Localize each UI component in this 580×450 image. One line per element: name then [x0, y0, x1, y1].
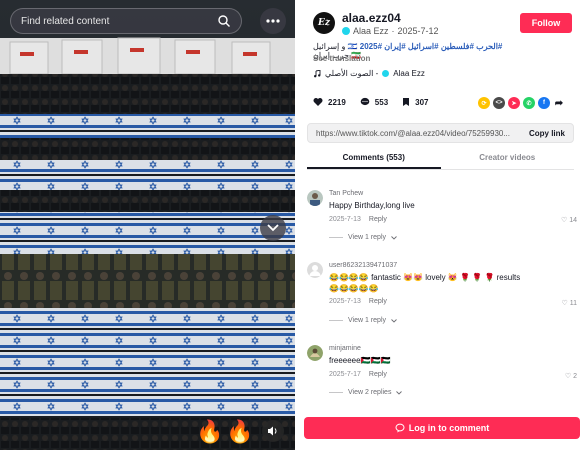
embed-icon[interactable]: <> [493, 97, 505, 109]
view-replies-label: View 1 reply [348, 234, 387, 241]
view-replies-button[interactable]: View 1 reply [329, 234, 397, 241]
comment-date: 2025-7-13 [329, 216, 361, 223]
comment-text: Happy Birthday,long live [329, 201, 415, 210]
chevron-down-icon [396, 390, 403, 395]
chevron-down-icon [267, 224, 279, 232]
comment-button[interactable]: 553 [360, 97, 388, 107]
view-replies-label: View 2 replies [348, 389, 392, 396]
more-options-button[interactable] [260, 8, 286, 34]
heart-icon [313, 98, 323, 106]
see-translation-link[interactable]: See translation [313, 54, 370, 63]
commenter-avatar[interactable] [307, 190, 323, 206]
comment-item: Tan Pchew Happy Birthday,long live 2025-… [305, 190, 577, 248]
comment-text: 😂😂😂😂 fantastic 😻😻 lovely 😻 🌹 🌹 🌹 results [329, 273, 521, 282]
volume-icon [268, 426, 277, 436]
author-meta: Alaa Ezz · 2025-7-12 [342, 26, 439, 36]
video-link-url[interactable]: https://www.tiktok.com/@alaa.ezz04/video… [316, 129, 523, 138]
video-player[interactable]: 🔥 🔥 [0, 0, 295, 450]
music-info[interactable]: الصوت الأصلي - Alaa Ezz [313, 69, 425, 78]
comment-username[interactable]: Tan Pchew [329, 190, 363, 197]
comment-like-button[interactable]: ♡ 11 [561, 299, 577, 307]
facebook-icon[interactable]: f [538, 97, 550, 109]
video-frame [0, 0, 295, 450]
bookmark-icon [403, 98, 410, 106]
view-replies-button[interactable]: View 1 reply [329, 317, 397, 324]
panel-tabs: Comments (553) Creator videos [307, 150, 574, 170]
tab-creator-videos[interactable]: Creator videos [441, 150, 575, 169]
author-avatar[interactable]: Ez [313, 12, 335, 34]
comment-date: 2025-7-17 [329, 371, 361, 378]
comment-text-line2: 😂😂😂😂😂 [329, 284, 379, 293]
volume-button[interactable] [262, 420, 284, 442]
login-to-comment-button[interactable]: Log in to comment [304, 417, 580, 439]
share-arrow-icon[interactable]: ➦ [553, 97, 565, 109]
comment-icon [360, 97, 370, 106]
comment-date: 2025-7-13 [329, 298, 361, 305]
reply-button[interactable]: Reply [369, 298, 387, 305]
login-label: Log in to comment [408, 423, 490, 433]
fire-emoji: 🔥 [196, 419, 224, 444]
comment-username[interactable]: minjamine [329, 345, 361, 352]
author-display-name[interactable]: Alaa Ezz [353, 26, 389, 36]
music-author[interactable]: Alaa Ezz [393, 69, 425, 78]
chevron-down-icon [391, 235, 397, 240]
repost-icon[interactable]: ⟳ [478, 97, 490, 109]
search-icon[interactable] [217, 14, 231, 28]
ellipsis-icon [266, 19, 280, 23]
share-options: ⟳ <> ➤ ✆ f ➦ [478, 97, 565, 109]
follow-button[interactable]: Follow [520, 13, 572, 33]
search-input[interactable] [21, 15, 217, 27]
comment-item: minjamine freeeeee🇵🇸🇵🇸🇵🇸 2025-7-17 Reply … [305, 345, 577, 403]
verified-icon [382, 70, 390, 77]
view-replies-button[interactable]: View 2 replies [329, 389, 403, 396]
reply-button[interactable]: Reply [369, 216, 387, 223]
verified-icon [342, 27, 350, 35]
whatsapp-icon[interactable]: ✆ [523, 97, 535, 109]
view-replies-label: View 1 reply [348, 317, 387, 324]
comment-meta: 2025-7-13 Reply [329, 216, 387, 223]
comment-like-count: 14 [569, 217, 577, 224]
commenter-avatar[interactable] [307, 262, 323, 278]
comment-username[interactable]: user86232139471037 [329, 262, 397, 269]
comment-item: user86232139471037 😂😂😂😂 fantastic 😻😻 lov… [305, 262, 577, 330]
author-username[interactable]: alaa.ezz04 [342, 11, 401, 25]
like-count: 2219 [328, 97, 346, 107]
like-button[interactable]: 2219 [313, 97, 346, 107]
next-video-button[interactable] [260, 215, 286, 241]
tab-comments[interactable]: Comments (553) [307, 150, 441, 169]
comment-text: freeeeee🇵🇸🇵🇸🇵🇸 [329, 356, 391, 365]
comment-like-count: 11 [569, 300, 577, 307]
music-note-icon [314, 69, 321, 77]
save-count: 307 [415, 97, 429, 107]
comment-meta: 2025-7-17 Reply [329, 371, 387, 378]
comment-meta: 2025-7-13 Reply [329, 298, 387, 305]
caption-hashtags[interactable]: #الحرب #فلسطين #اسرائيل #إيران #2025 [360, 42, 503, 51]
comment-like-button[interactable]: ♡ 2 [565, 372, 577, 380]
comment-like-count: 2 [573, 373, 577, 380]
comment-like-button[interactable]: ♡ 14 [561, 216, 577, 224]
search-bar[interactable] [10, 8, 242, 34]
comment-count: 553 [374, 97, 389, 107]
reply-button[interactable]: Reply [369, 371, 387, 378]
music-title[interactable]: الصوت الأصلي - [325, 69, 378, 78]
chevron-down-icon [391, 318, 397, 323]
fire-emoji: 🔥 [226, 419, 254, 444]
engagement-stats: 2219 553 307 [313, 97, 443, 107]
send-to-friends-icon[interactable]: ➤ [508, 97, 520, 109]
video-link-box: https://www.tiktok.com/@alaa.ezz04/video… [307, 123, 574, 143]
copy-link-button[interactable]: Copy link [529, 129, 565, 138]
comment-icon [395, 423, 405, 433]
save-button[interactable]: 307 [402, 97, 429, 107]
post-date: 2025-7-12 [397, 26, 439, 36]
commenter-avatar[interactable] [307, 345, 323, 361]
details-panel: Ez alaa.ezz04 Alaa Ezz · 2025-7-12 Follo… [295, 0, 580, 450]
